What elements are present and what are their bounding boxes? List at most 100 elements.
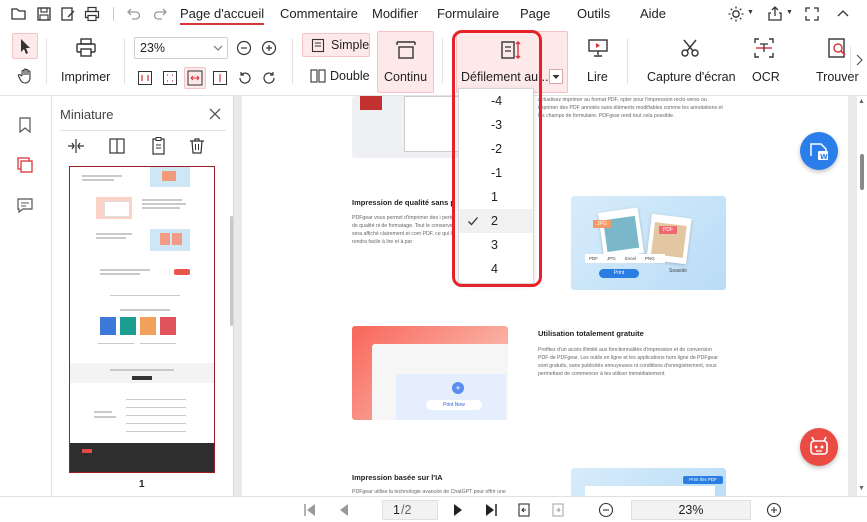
last-page-icon[interactable] <box>483 502 499 518</box>
fullscreen-icon[interactable] <box>803 5 821 23</box>
theme-sun-icon[interactable] <box>727 5 745 23</box>
zoom-in-icon[interactable] <box>766 502 782 518</box>
chevron-down-icon <box>212 42 224 54</box>
menu-help[interactable]: Aide <box>640 6 666 21</box>
save-icon[interactable] <box>35 5 53 23</box>
section3-image: + Print Now <box>352 326 508 420</box>
page-split-icon[interactable] <box>107 136 127 156</box>
thumbnail-icon[interactable] <box>16 156 34 174</box>
screen-capture-button[interactable]: Capture d'écran <box>647 70 736 84</box>
section4-title: Impression basée sur l'IA <box>352 473 443 482</box>
select-tool-button[interactable] <box>12 33 38 59</box>
continuous-scroll-icon <box>394 38 418 62</box>
checkmark-icon <box>467 215 479 227</box>
scroll-mode-label: Défilement au... <box>461 70 549 84</box>
left-sidebar <box>0 96 52 522</box>
scroll-up-icon[interactable]: ▲ <box>858 98 865 105</box>
print-this-pdf-pill: Print this PDF <box>683 476 723 484</box>
zoom-out-icon[interactable] <box>236 40 252 56</box>
collapse-ribbon-icon[interactable] <box>834 5 852 23</box>
comment-icon[interactable] <box>16 196 34 214</box>
thumbnail-panel: Miniature 1 <box>52 96 234 496</box>
pdf-to-word-fab[interactable]: W <box>800 132 838 170</box>
find-icon[interactable] <box>826 36 850 60</box>
dropdown-option[interactable]: 3 <box>459 233 533 257</box>
divider <box>627 38 628 84</box>
continuous-button[interactable]: Continu <box>377 31 434 93</box>
first-page-icon[interactable] <box>302 502 318 518</box>
scroll-speed-dropdown: -4 -3 -2 -1 1 2 3 4 <box>458 88 534 284</box>
double-page-icon[interactable] <box>310 68 326 84</box>
dropdown-option[interactable]: -2 <box>459 137 533 161</box>
close-icon[interactable] <box>208 107 222 121</box>
panel-title: Miniature <box>60 107 114 122</box>
scissors-icon[interactable] <box>678 36 702 60</box>
print-quick-icon[interactable] <box>83 5 101 23</box>
read-presentation-icon[interactable] <box>586 36 610 60</box>
thumbnail-page-1[interactable] <box>69 166 215 473</box>
menu-tools[interactable]: Outils <box>577 6 610 21</box>
continuous-label: Continu <box>384 70 428 84</box>
scroll-mode-button[interactable]: Défilement au... <box>456 31 568 93</box>
vertical-scrollbar[interactable]: ▲ ▼ <box>857 96 867 496</box>
previous-view-icon[interactable] <box>516 502 532 518</box>
zoom-combobox[interactable]: 23% <box>134 37 228 59</box>
open-folder-icon[interactable] <box>10 5 28 23</box>
printer-icon[interactable] <box>74 36 98 60</box>
rotate-right-icon[interactable] <box>261 70 277 86</box>
ocr-button[interactable]: OCR <box>752 70 780 84</box>
pdf-tag: PDF <box>659 226 677 234</box>
rotate-left-icon[interactable] <box>237 70 253 86</box>
dropdown-option-selected[interactable]: 2 <box>459 209 533 233</box>
section4-image: Print this PDF <box>571 468 726 496</box>
dropdown-option[interactable]: 4 <box>459 257 533 281</box>
dropdown-option[interactable]: -4 <box>459 89 533 113</box>
actual-size-icon[interactable] <box>137 70 153 86</box>
double-page-button[interactable]: Double <box>330 69 370 83</box>
fit-page-icon[interactable] <box>162 70 178 86</box>
ribbon-toolbar: Imprimer 23% Simple Double Continu Défil… <box>0 28 867 96</box>
delete-icon[interactable] <box>187 136 207 156</box>
menu-page[interactable]: Page <box>520 6 550 21</box>
chevron-down-icon[interactable]: ▼ <box>786 9 793 16</box>
next-view-icon[interactable] <box>550 502 566 518</box>
menu-home[interactable]: Page d'accueil <box>180 6 265 25</box>
extract-page-icon[interactable] <box>148 136 168 156</box>
ai-assistant-fab[interactable] <box>800 428 838 466</box>
page-number-field[interactable]: 1 /2 <box>382 500 438 520</box>
zoom-out-icon[interactable] <box>598 502 614 518</box>
chevron-down-icon[interactable]: ▼ <box>747 9 754 16</box>
hand-tool-icon[interactable] <box>16 66 36 86</box>
save-as-icon[interactable] <box>59 5 77 23</box>
simple-page-button[interactable]: Simple <box>302 33 370 57</box>
zoom-in-icon[interactable] <box>261 40 277 56</box>
dropdown-option[interactable]: -1 <box>459 161 533 185</box>
undo-icon[interactable] <box>124 5 142 23</box>
scroll-down-icon[interactable]: ▼ <box>858 485 865 492</box>
menu-form[interactable]: Formulaire <box>437 6 499 21</box>
fit-width-button[interactable] <box>184 67 206 89</box>
menu-edit[interactable]: Modifier <box>372 6 418 21</box>
fit-visible-icon[interactable] <box>212 70 228 86</box>
scroll-thumb[interactable] <box>860 154 864 190</box>
menu-comment[interactable]: Commentaire <box>280 6 358 21</box>
ribbon-scroll-right-button[interactable] <box>850 46 867 74</box>
dropdown-option[interactable]: 1 <box>459 185 533 209</box>
previous-page-icon[interactable] <box>336 502 352 518</box>
read-button[interactable]: Lire <box>587 70 608 84</box>
dropdown-option[interactable]: -3 <box>459 113 533 137</box>
document-viewport[interactable]: actualisez imprimer au format PDF, opter… <box>234 96 867 496</box>
section1-text: actualisez imprimer au format PDF, opter… <box>538 97 723 119</box>
share-icon[interactable] <box>766 5 784 23</box>
section2-image: JPG PDF PDF JPG Excel PNG Print Seaside <box>571 196 726 290</box>
redo-icon[interactable] <box>152 5 170 23</box>
ocr-icon[interactable] <box>752 36 776 60</box>
print-button[interactable]: Imprimer <box>61 70 110 84</box>
zoom-level-field[interactable]: 23% <box>631 500 751 520</box>
thumbnail-scrollbar[interactable] <box>230 216 233 326</box>
section4-text: PDFgear utilise la technologie avancée d… <box>352 489 506 495</box>
bookmark-icon[interactable] <box>16 116 34 134</box>
page-total: /2 <box>401 503 412 517</box>
next-page-icon[interactable] <box>450 502 466 518</box>
fit-thumbnail-icon[interactable] <box>66 136 86 156</box>
